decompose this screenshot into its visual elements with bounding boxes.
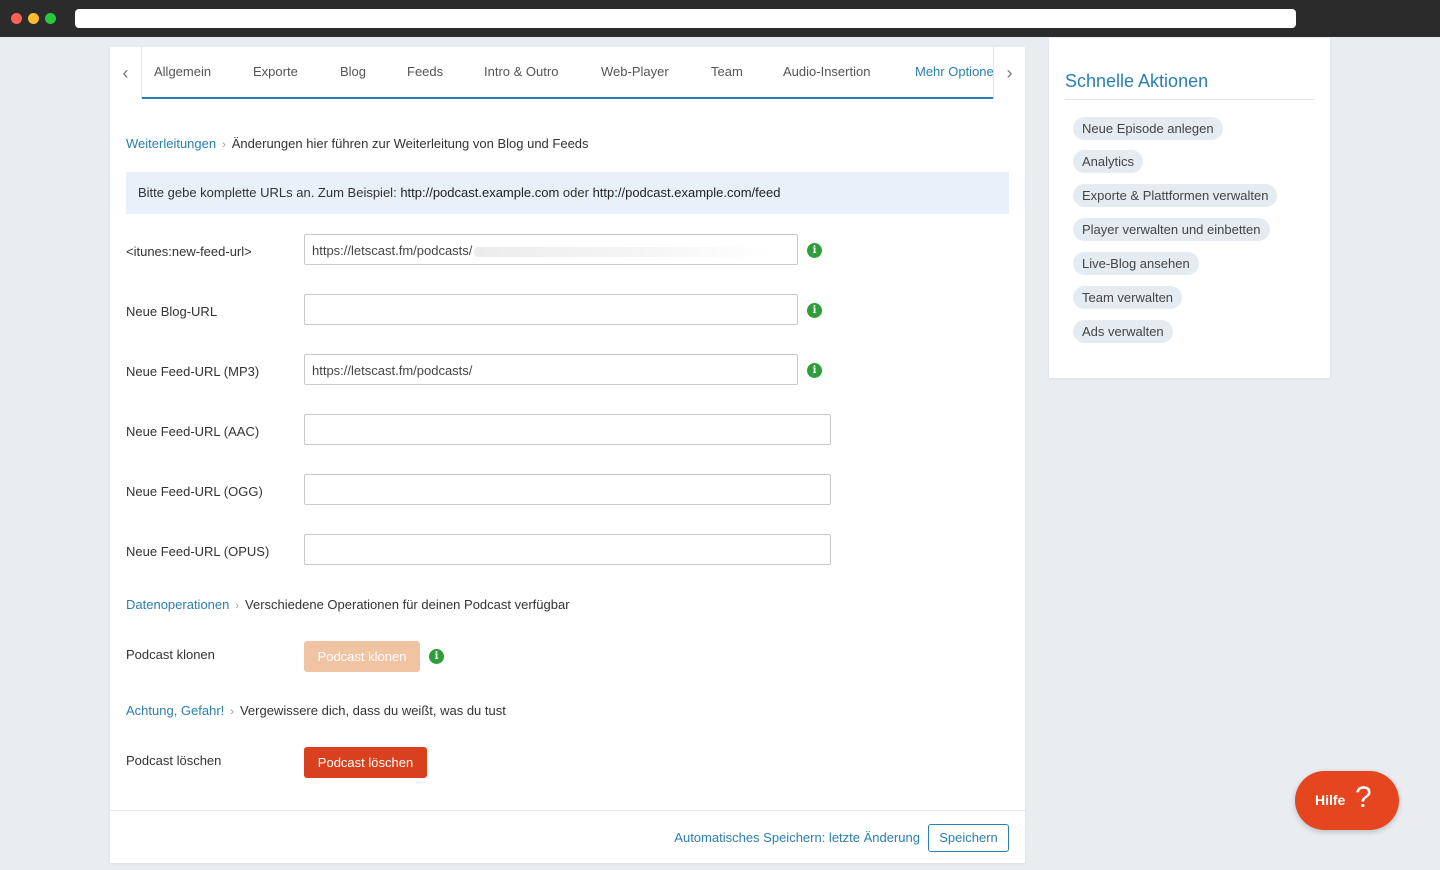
help-button[interactable]: Hilfe ? bbox=[1295, 771, 1399, 830]
url-hint-example-2: http://podcast.example.com/feed bbox=[592, 185, 781, 200]
form-footer: Automatisches Speichern: letzte Änderung… bbox=[110, 810, 1025, 863]
tab-blog[interactable]: Blog bbox=[340, 64, 366, 79]
tabs-prev-button[interactable]: ‹ bbox=[110, 47, 142, 99]
section-danger: Achtung, Gefahr! › Vergewissere dich, dass… bbox=[126, 703, 506, 718]
feed-mp3-value: https://letscast.fm/podcasts/ bbox=[312, 363, 473, 378]
feed-ogg-input[interactable] bbox=[304, 474, 831, 505]
quick-actions-panel: Schnelle Aktionen Neue Episode anlegen A… bbox=[1049, 38, 1330, 378]
quick-action-new-episode[interactable]: Neue Episode anlegen bbox=[1073, 117, 1223, 140]
info-icon[interactable]: i bbox=[807, 303, 822, 318]
quick-action-team[interactable]: Team verwalten bbox=[1073, 286, 1183, 309]
delete-label: Podcast löschen bbox=[126, 753, 222, 768]
feed-aac-input[interactable] bbox=[304, 414, 831, 445]
tab-strip: Allgemein Exporte Blog Feeds Intro & Out… bbox=[142, 47, 993, 99]
info-icon[interactable]: i bbox=[807, 363, 822, 378]
section-redirects-link[interactable]: Weiterleitungen bbox=[126, 136, 216, 151]
chevron-right-icon: › bbox=[1006, 62, 1013, 83]
quick-actions-title: Schnelle Aktionen bbox=[1065, 71, 1209, 91]
section-dataops-link[interactable]: Datenoperationen bbox=[126, 597, 229, 612]
quick-action-live-blog[interactable]: Live-Blog ansehen bbox=[1073, 252, 1199, 275]
quick-action-player[interactable]: Player verwalten und einbetten bbox=[1073, 218, 1270, 241]
feed-mp3-label: Neue Feed-URL (MP3) bbox=[126, 364, 260, 379]
browser-chrome bbox=[0, 0, 1440, 37]
url-hint-example-1: http://podcast.example.com bbox=[400, 185, 560, 200]
tab-feeds[interactable]: Feeds bbox=[407, 64, 443, 79]
chevron-right-icon: › bbox=[230, 706, 234, 718]
clone-label: Podcast klonen bbox=[126, 647, 215, 662]
tab-team[interactable]: Team bbox=[711, 64, 743, 79]
tab-intro-outro[interactable]: Intro & Outro bbox=[484, 64, 558, 79]
itunes-feed-input[interactable]: https://letscast.fm/podcasts/ bbox=[304, 234, 798, 265]
itunes-feed-value: https://letscast.fm/podcasts/ bbox=[312, 243, 473, 258]
tab-mehr-optionen[interactable]: Mehr Optionen bbox=[915, 64, 993, 79]
section-danger-link[interactable]: Achtung, Gefahr! bbox=[126, 703, 224, 718]
blog-url-input[interactable] bbox=[304, 294, 798, 325]
chevron-right-icon: › bbox=[222, 139, 226, 151]
tab-web-player[interactable]: Web-Player bbox=[601, 64, 669, 79]
save-button[interactable]: Speichern bbox=[928, 824, 1009, 852]
feed-aac-label: Neue Feed-URL (AAC) bbox=[126, 424, 260, 439]
tab-audio-insertion[interactable]: Audio-Insertion bbox=[783, 64, 870, 79]
quick-action-ads[interactable]: Ads verwalten bbox=[1073, 320, 1173, 343]
tab-allgemein[interactable]: Allgemein bbox=[154, 64, 211, 79]
redacted-text bbox=[474, 246, 775, 257]
blog-url-label: Neue Blog-URL bbox=[126, 304, 218, 319]
address-bar[interactable] bbox=[75, 9, 1296, 28]
settings-panel: ‹ Allgemein Exporte Blog Feeds Intro & O… bbox=[110, 47, 1025, 863]
chevron-right-icon: › bbox=[235, 600, 240, 612]
clone-podcast-button[interactable]: Podcast klonen bbox=[304, 641, 420, 672]
section-redirects: Weiterleitungen › Änderungen hier führen z… bbox=[126, 136, 589, 151]
url-hint-text: Bitte gebe komplette URLs an. Zum Beispi… bbox=[138, 185, 397, 200]
info-icon[interactable]: i bbox=[429, 649, 444, 664]
section-dataops: Datenoperationen › Verschiedene Operatione… bbox=[126, 597, 570, 612]
tabs-next-button[interactable]: › bbox=[993, 47, 1025, 99]
feed-ogg-label: Neue Feed-URL (OGG) bbox=[126, 484, 263, 499]
info-icon[interactable]: i bbox=[807, 243, 822, 258]
section-danger-desc: Vergewissere dich, dass du weißt, was du… bbox=[239, 703, 506, 718]
chevron-left-icon: ‹ bbox=[122, 62, 129, 83]
feed-mp3-input[interactable]: https://letscast.fm/podcasts/ bbox=[304, 354, 798, 385]
feed-opus-input[interactable] bbox=[304, 534, 831, 565]
minimize-window-button[interactable] bbox=[28, 13, 39, 24]
close-window-button[interactable] bbox=[11, 13, 22, 24]
url-hint-or: oder bbox=[562, 185, 589, 200]
tab-bar: ‹ Allgemein Exporte Blog Feeds Intro & O… bbox=[110, 47, 1025, 99]
tab-exporte[interactable]: Exporte bbox=[253, 64, 298, 79]
maximize-window-button[interactable] bbox=[45, 13, 56, 24]
delete-podcast-button[interactable]: Podcast löschen bbox=[304, 747, 427, 778]
quick-action-analytics[interactable]: Analytics bbox=[1073, 150, 1144, 173]
feed-opus-label: Neue Feed-URL (OPUS) bbox=[126, 544, 270, 559]
divider bbox=[1065, 99, 1314, 100]
itunes-feed-label: <itunes:new-feed-url> bbox=[126, 244, 252, 259]
section-redirects-desc: Änderungen hier führen zur Weiterleitung… bbox=[231, 136, 589, 151]
quick-action-exports[interactable]: Exporte & Plattformen verwalten bbox=[1073, 184, 1278, 207]
url-hint-box: Bitte gebe komplette URLs an. Zum Beispi… bbox=[126, 172, 1009, 214]
autosave-status: Automatisches Speichern: letzte Änderung bbox=[674, 830, 920, 845]
section-dataops-desc: Verschiedene Operationen für deinen Podc… bbox=[245, 597, 570, 612]
help-label: Hilfe bbox=[1315, 792, 1346, 808]
question-mark-icon: ? bbox=[1355, 781, 1372, 814]
